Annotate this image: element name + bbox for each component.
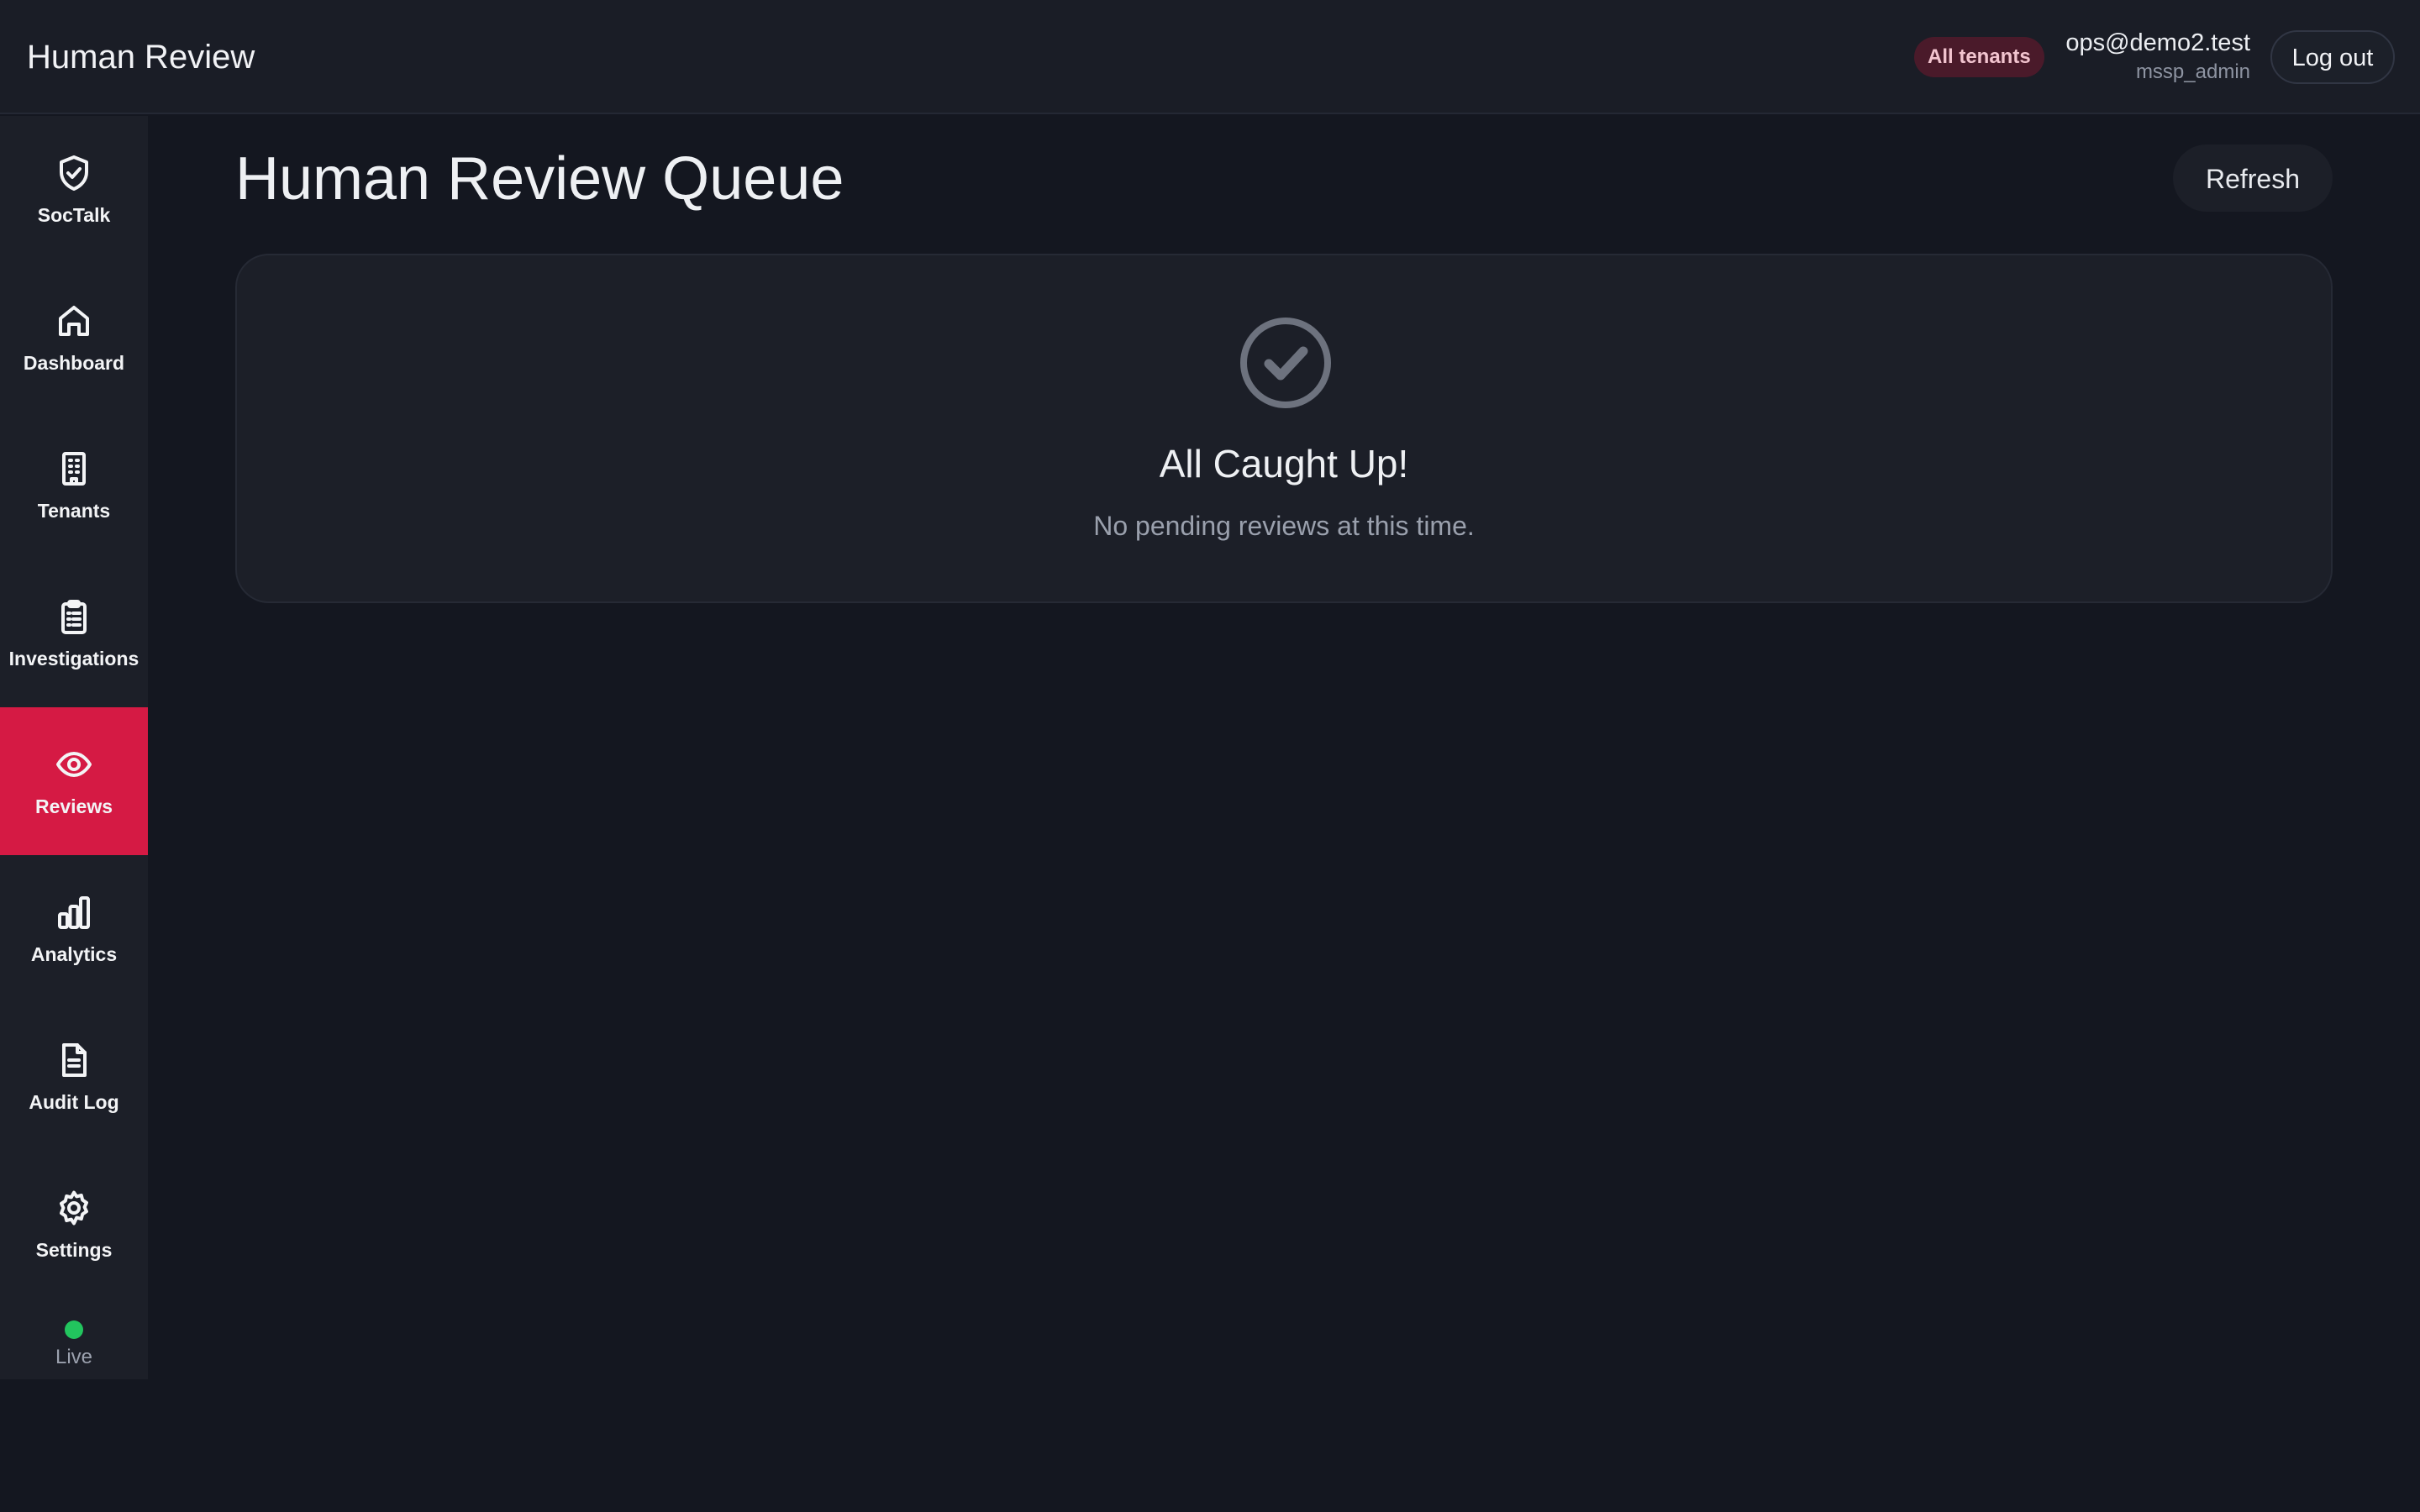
sidebar-item-label: Settings — [35, 1239, 113, 1261]
live-status-dot — [65, 1320, 83, 1339]
sidebar-item-tenants[interactable]: Tenants — [0, 412, 148, 559]
sidebar-item-analytics[interactable]: Analytics — [0, 855, 148, 1003]
user-info: ops@demo2.test mssp_admin — [2065, 27, 2250, 86]
bar-chart-icon — [54, 892, 94, 932]
building-icon — [54, 449, 94, 489]
document-icon — [54, 1040, 94, 1080]
gear-icon — [54, 1188, 94, 1228]
sidebar: SocTalk Dashboard Tenants Investigations… — [0, 116, 148, 1379]
sidebar-item-label: SocTalk — [37, 204, 111, 226]
tenant-scope-badge[interactable]: All tenants — [1914, 37, 2044, 77]
sidebar-item-settings[interactable]: Settings — [0, 1151, 148, 1299]
clipboard-list-icon — [54, 596, 94, 637]
connection-status: Live — [0, 1309, 148, 1369]
user-email: ops@demo2.test — [2065, 29, 2250, 56]
check-circle-icon — [1239, 316, 1333, 410]
refresh-button[interactable]: Refresh — [2173, 144, 2333, 212]
sidebar-item-reviews[interactable]: Reviews — [0, 707, 148, 855]
empty-state-card: All Caught Up! No pending reviews at thi… — [235, 254, 2333, 603]
empty-state-subtitle: No pending reviews at this time. — [1093, 511, 1475, 541]
sidebar-item-label: Investigations — [8, 648, 139, 669]
page-title: Human Review Queue — [235, 145, 844, 213]
sidebar-item-label: Reviews — [34, 795, 113, 817]
user-role: mssp_admin — [2135, 60, 2250, 83]
empty-state-title: All Caught Up! — [1159, 442, 1409, 486]
sidebar-item-soctalk[interactable]: SocTalk — [0, 116, 148, 264]
sidebar-item-label: Audit Log — [29, 1091, 119, 1113]
home-icon — [54, 301, 94, 341]
sidebar-item-label: Tenants — [37, 500, 111, 522]
app-title: Human Review — [27, 39, 255, 76]
eye-icon — [54, 744, 94, 785]
logout-button[interactable]: Log out — [2270, 30, 2395, 84]
sidebar-item-investigations[interactable]: Investigations — [0, 559, 148, 707]
top-bar: Human Review All tenants ops@demo2.test … — [0, 0, 2420, 114]
shield-check-icon — [54, 153, 94, 193]
sidebar-item-label: Analytics — [30, 943, 118, 965]
live-status-label: Live — [55, 1346, 93, 1368]
sidebar-item-label: Dashboard — [23, 352, 125, 374]
sidebar-item-dashboard[interactable]: Dashboard — [0, 264, 148, 412]
sidebar-item-audit-log[interactable]: Audit Log — [0, 1003, 148, 1151]
